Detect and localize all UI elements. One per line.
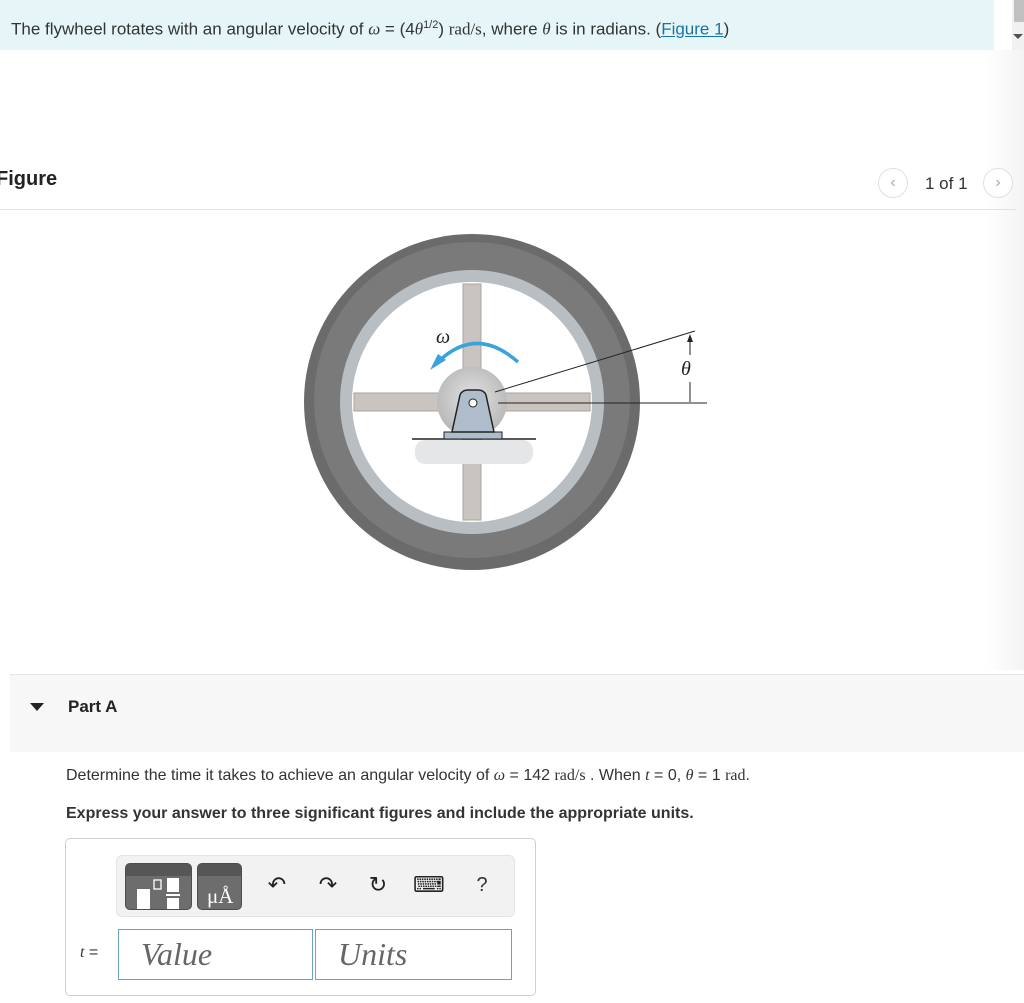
- question-eq2: = 0,: [649, 767, 686, 784]
- intro-equals: = (4: [380, 19, 415, 39]
- unit-text: rad/s: [554, 767, 586, 784]
- unit-text: rad: [725, 767, 746, 784]
- scrollbar-thumb[interactable]: [1014, 0, 1024, 22]
- intro-text: The flywheel rotates with an angular vel…: [11, 19, 369, 39]
- omega-label: ω: [436, 326, 450, 348]
- value-input[interactable]: [118, 929, 313, 980]
- part-title: Part A: [68, 697, 118, 716]
- part-a-header[interactable]: Part A: [10, 674, 1024, 752]
- collapse-caret-icon[interactable]: [30, 703, 44, 711]
- reset-button[interactable]: ↻: [363, 870, 393, 900]
- question-end: .: [745, 767, 750, 784]
- omega-symbol: ω: [493, 767, 506, 784]
- theta-symbol: θ: [414, 19, 424, 39]
- ground-shadow: [415, 440, 533, 464]
- intro-text-after: , where: [481, 19, 543, 39]
- unit-text: rad/s: [448, 19, 482, 39]
- problem-intro: The flywheel rotates with an angular vel…: [0, 0, 994, 50]
- redo-icon: ↷: [318, 872, 338, 897]
- exponent: 1/2: [423, 19, 439, 31]
- question-eq3: = 1: [693, 767, 726, 784]
- scrollbar[interactable]: [1012, 0, 1024, 50]
- help-icon: ?: [476, 874, 488, 896]
- theta-symbol: θ: [542, 19, 551, 39]
- help-button[interactable]: ?: [467, 870, 497, 900]
- templates-button[interactable]: [125, 863, 192, 910]
- undo-icon: ↶: [267, 872, 287, 897]
- intro-close-paren: ): [723, 19, 730, 39]
- chevron-right-icon: ›: [995, 174, 1001, 191]
- intro-close: ): [438, 19, 449, 39]
- figure-header: Figure ‹ 1 of 1 ›: [0, 166, 1016, 210]
- pin: [468, 398, 478, 408]
- reset-icon: ↻: [368, 872, 388, 897]
- units-icon: μÅ: [207, 884, 234, 908]
- question-pre: Determine the time it takes to achieve a…: [66, 767, 494, 784]
- keyboard-button[interactable]: ⌨: [413, 870, 445, 900]
- next-figure-button[interactable]: ›: [983, 168, 1013, 198]
- undo-button[interactable]: ↶: [262, 870, 292, 900]
- keyboard-icon: ⌨: [413, 872, 445, 897]
- figure-link[interactable]: Figure 1: [661, 20, 723, 39]
- figure-title: Figure: [0, 168, 58, 190]
- answer-variable-label: t =: [80, 944, 98, 962]
- previous-figure-button[interactable]: ‹: [878, 168, 908, 198]
- math-toolbar: μÅ ↶ ↷ ↻ ⌨ ?: [116, 855, 515, 917]
- equals-sign: =: [84, 944, 99, 961]
- units-input[interactable]: [315, 929, 512, 980]
- question-eq: = 142: [505, 767, 555, 784]
- redo-button[interactable]: ↷: [313, 870, 343, 900]
- figure-pager-count: 1 of 1: [925, 174, 968, 193]
- units-button[interactable]: μÅ: [197, 863, 242, 910]
- theta-label: θ: [681, 358, 691, 380]
- bracket-base: [443, 431, 503, 440]
- instruction-text: Express your answer to three significant…: [66, 805, 694, 822]
- theta-arrowhead: [687, 334, 693, 342]
- question-mid: . When: [585, 767, 646, 784]
- answer-box: μÅ ↶ ↷ ↻ ⌨ ? t =: [65, 838, 536, 996]
- templates-icon: [137, 878, 180, 909]
- scroll-down-arrow-icon[interactable]: [1013, 34, 1023, 39]
- right-edge-shade: [984, 50, 1024, 670]
- omega-symbol: ω: [368, 19, 381, 39]
- flywheel-figure: ω θ: [304, 234, 707, 570]
- intro-text-end: is in radians. (: [550, 19, 662, 39]
- question-text: Determine the time it takes to achieve a…: [66, 767, 750, 785]
- chevron-left-icon: ‹: [890, 174, 896, 191]
